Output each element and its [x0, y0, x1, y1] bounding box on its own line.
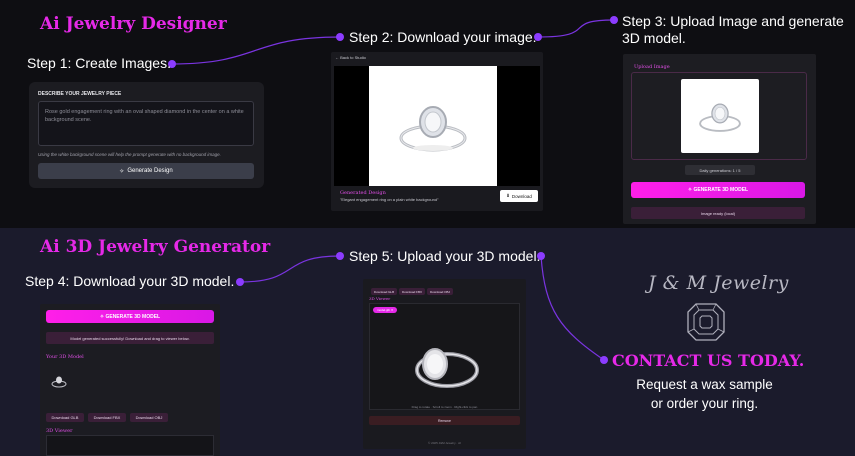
- model-thumbnail-icon: [51, 376, 67, 388]
- 3d-viewer-title: 3D Viewer: [46, 428, 73, 434]
- step4-dot: [236, 278, 244, 286]
- generate-3d-model-button-2[interactable]: ✧ GENERATE 3D MODEL: [46, 310, 214, 323]
- sparkle-icon: ✧: [119, 168, 125, 175]
- download-button[interactable]: ⬇ Download: [500, 190, 538, 202]
- viewer-hint: Drag to rotate · Scroll to zoom · Right-…: [411, 405, 478, 409]
- upload-image-title: Upload Image: [634, 64, 670, 70]
- step3-dot: [610, 16, 618, 24]
- daily-generations-badge: Daily generations: 1 / 5: [685, 165, 755, 175]
- image-frame: [334, 66, 540, 186]
- step3-label: Step 3: Upload Image and generate 3D mod…: [622, 13, 844, 46]
- brand-logo-text: J & M Jewelry: [648, 272, 789, 294]
- model-success-message: Model generated successfully! Download a…: [46, 332, 214, 344]
- download-obj-button[interactable]: Download OBJ: [130, 413, 168, 422]
- contact-cta[interactable]: CONTACT US TODAY.: [612, 351, 804, 370]
- step2-dot-left: [336, 33, 344, 41]
- generated-design-title: Generated Design: [340, 190, 386, 196]
- download-icon: ⬇: [506, 193, 510, 198]
- remove-button[interactable]: Remove: [369, 416, 520, 425]
- download-fbx-button[interactable]: Download FBX: [88, 413, 126, 422]
- describe-label: DESCRIBE YOUR JEWELRY PIECE: [38, 91, 122, 97]
- cta-line-1: Request a wax sample: [636, 377, 773, 392]
- 3d-viewer-area[interactable]: [46, 435, 214, 456]
- bottom-section-title: Ai 3D Jewelry Generator: [40, 237, 271, 257]
- ring-icon: [699, 103, 741, 132]
- describe-input[interactable]: Rose gold engagement ring with an oval s…: [38, 101, 254, 146]
- model-panel: ✧ GENERATE 3D MODEL Model generated succ…: [40, 304, 220, 456]
- generate-design-button[interactable]: ✧ Generate Design: [38, 163, 254, 179]
- uploaded-ring-image: [681, 79, 759, 153]
- back-to-studio-link[interactable]: ← Back to Studio: [335, 55, 366, 60]
- download-glb-button[interactable]: Download GLB: [46, 413, 84, 422]
- asscher-diamond-icon: [687, 303, 725, 341]
- ring-image: [369, 66, 497, 186]
- image-ready-status: Image ready (local): [631, 207, 805, 219]
- generate-3d-model-button[interactable]: ✧ GENERATE 3D MODEL: [631, 182, 805, 198]
- step4-label: Step 4: Download your 3D model.: [25, 273, 235, 289]
- viewer-panel: Download GLB Download FBX Download OBJ 3…: [363, 279, 526, 449]
- loaded-file-chip[interactable]: model.glb ✕: [373, 307, 398, 313]
- viewer-download-glb[interactable]: Download GLB: [371, 288, 397, 295]
- generated-design-caption: "Elegant engagement ring on a plain whit…: [340, 197, 439, 202]
- generated-result-panel: ← Back to Studio Generated Design "Elega…: [331, 52, 543, 211]
- viewer-title: 3D Viewer: [369, 296, 391, 301]
- viewer-download-fbx[interactable]: Download FBX: [399, 288, 425, 295]
- describe-panel: DESCRIBE YOUR JEWELRY PIECE Rose gold en…: [29, 82, 264, 188]
- contact-dot: [600, 356, 608, 364]
- viewer-footer: © 2025 J&M Jewelry · AI: [428, 441, 461, 445]
- cta-line-2: or order your ring.: [650, 396, 759, 411]
- describe-hint: Using the white background scene will he…: [38, 152, 221, 157]
- 3d-ring-render-icon: [415, 348, 479, 388]
- ring-icon: [399, 106, 467, 152]
- step5-dot-left: [336, 252, 344, 260]
- viewer-download-obj[interactable]: Download OBJ: [427, 288, 453, 295]
- step2-label: Step 2: Download your image.: [349, 29, 537, 45]
- top-section-title: Ai Jewelry Designer: [40, 14, 227, 34]
- viewer-canvas[interactable]: model.glb ✕: [369, 303, 520, 410]
- your-3d-model-title: Your 3D Model: [46, 354, 84, 360]
- step1-label: Step 1: Create Images.: [27, 55, 171, 71]
- step5-label: Step 5: Upload your 3D model.: [349, 248, 541, 264]
- upload-panel: Upload Image Daily generations: 1 / 5 ✧ …: [623, 54, 816, 224]
